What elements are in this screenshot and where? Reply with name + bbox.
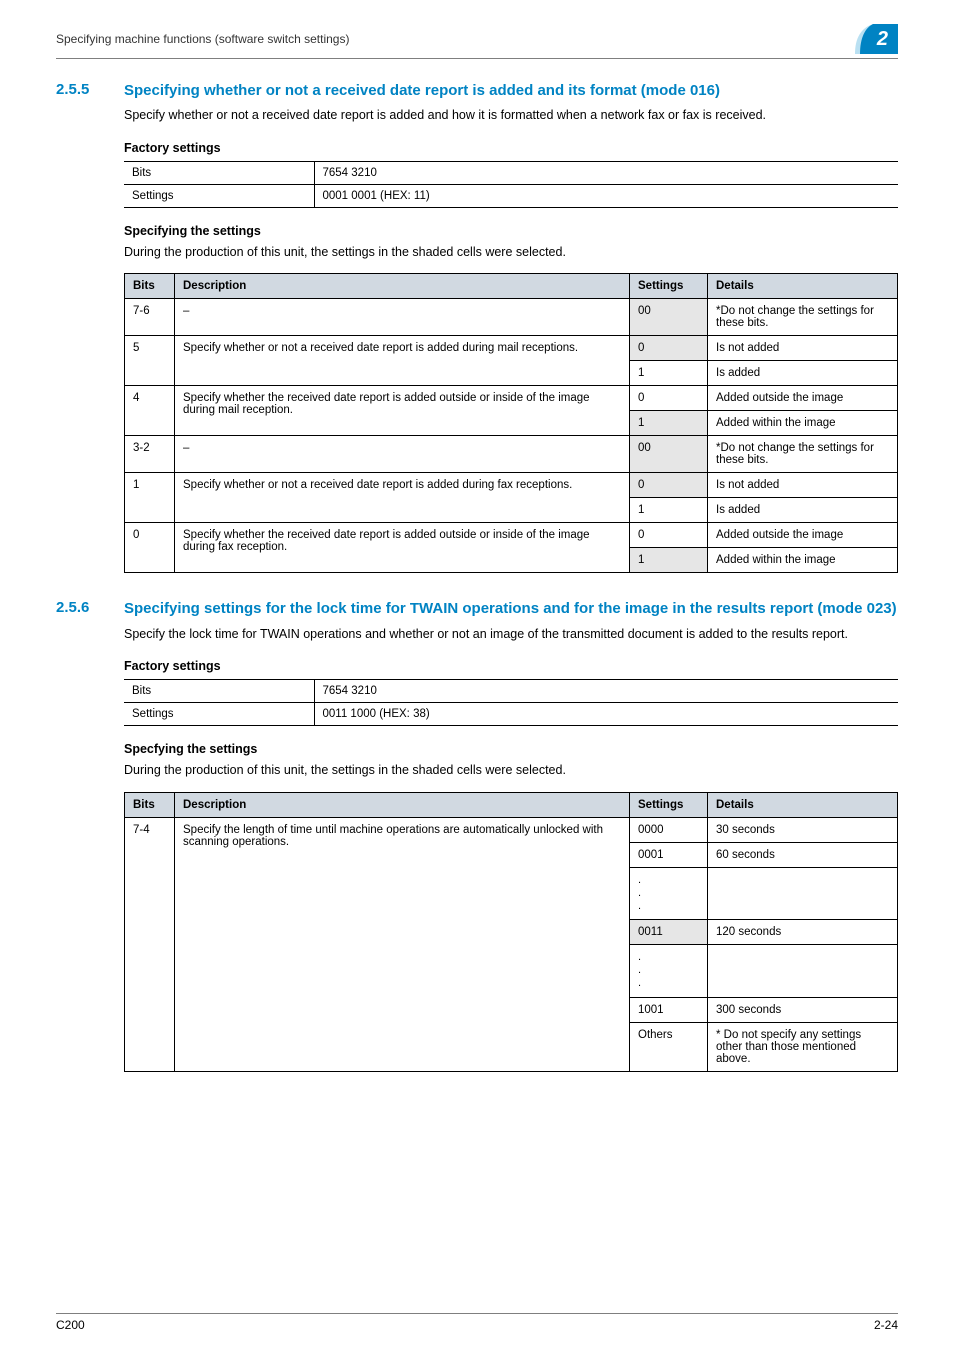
spec-heading-256: Specfying the settings bbox=[124, 742, 898, 756]
table-cell: 0001 bbox=[630, 842, 708, 867]
table-cell: 1 bbox=[630, 548, 708, 573]
section-number-256: 2.5.6 bbox=[56, 599, 124, 616]
table-cell: Is not added bbox=[708, 473, 898, 498]
th-det: Details bbox=[708, 792, 898, 817]
table-cell: 0 bbox=[630, 336, 708, 361]
table-cell: Specify the length of time until machine… bbox=[175, 817, 630, 1071]
table-cell: Added outside the image bbox=[708, 523, 898, 548]
table-cell: – bbox=[175, 299, 630, 336]
section-title-256: Specifying settings for the lock time fo… bbox=[124, 599, 898, 619]
table-cell: Added outside the image bbox=[708, 386, 898, 411]
table-cell: 0 bbox=[125, 523, 175, 573]
factory-settings-label: Settings bbox=[124, 703, 314, 726]
table-cell: Is added bbox=[708, 498, 898, 523]
footer-right: 2-24 bbox=[874, 1318, 898, 1332]
table-cell: 0 bbox=[630, 386, 708, 411]
table-cell: 0011 bbox=[630, 920, 708, 945]
factory-bits-label: Bits bbox=[124, 680, 314, 703]
th-set: Settings bbox=[630, 274, 708, 299]
factory-settings-value: 0001 0001 (HEX: 11) bbox=[314, 184, 898, 207]
table-cell: 4 bbox=[125, 386, 175, 436]
table-cell: 0000 bbox=[630, 817, 708, 842]
section-title-255: Specifying whether or not a received dat… bbox=[124, 81, 898, 101]
table-cell-ellipsis: ... bbox=[630, 945, 708, 998]
chapter-badge: 2 bbox=[855, 24, 898, 54]
factory-bits-value: 7654 3210 bbox=[314, 161, 898, 184]
table-cell-ellipsis: ... bbox=[630, 867, 708, 920]
factory-bits-label: Bits bbox=[124, 161, 314, 184]
table-cell: 1 bbox=[125, 473, 175, 523]
factory-bits-value: 7654 3210 bbox=[314, 680, 898, 703]
table-cell: Others bbox=[630, 1022, 708, 1071]
table-cell: 300 seconds bbox=[708, 997, 898, 1022]
table-cell: * Do not specify any settings other than… bbox=[708, 1022, 898, 1071]
table-cell: Is not added bbox=[708, 336, 898, 361]
table-cell: 60 seconds bbox=[708, 842, 898, 867]
factory-table-256: Bits 7654 3210 Settings 0011 1000 (HEX: … bbox=[124, 679, 898, 726]
table-cell: 1001 bbox=[630, 997, 708, 1022]
table-cell: Specify whether the received date report… bbox=[175, 523, 630, 573]
table-cell: 1 bbox=[630, 498, 708, 523]
table-cell: 3-2 bbox=[125, 436, 175, 473]
settings-table-256: Bits Description Settings Details 7-4 Sp… bbox=[124, 792, 898, 1072]
th-desc: Description bbox=[175, 274, 630, 299]
breadcrumb: Specifying machine functions (software s… bbox=[56, 32, 349, 46]
spec-intro-256: During the production of this unit, the … bbox=[124, 762, 898, 780]
table-cell: Is added bbox=[708, 361, 898, 386]
table-cell bbox=[708, 945, 898, 998]
badge-curve-icon bbox=[855, 24, 873, 54]
th-bits: Bits bbox=[125, 792, 175, 817]
table-cell: 5 bbox=[125, 336, 175, 386]
factory-table-255: Bits 7654 3210 Settings 0001 0001 (HEX: … bbox=[124, 161, 898, 208]
table-cell: Added within the image bbox=[708, 548, 898, 573]
table-cell: Added within the image bbox=[708, 411, 898, 436]
table-cell: 30 seconds bbox=[708, 817, 898, 842]
th-desc: Description bbox=[175, 792, 630, 817]
factory-settings-value: 0011 1000 (HEX: 38) bbox=[314, 703, 898, 726]
th-det: Details bbox=[708, 274, 898, 299]
table-cell: *Do not change the settings for these bi… bbox=[708, 436, 898, 473]
table-cell: – bbox=[175, 436, 630, 473]
table-cell: 7-6 bbox=[125, 299, 175, 336]
chapter-number: 2 bbox=[873, 24, 898, 54]
table-cell: 7-4 bbox=[125, 817, 175, 1071]
table-cell bbox=[708, 867, 898, 920]
section-intro-255: Specify whether or not a received date r… bbox=[124, 107, 898, 125]
spec-heading-255: Specifying the settings bbox=[124, 224, 898, 238]
table-cell: 00 bbox=[630, 436, 708, 473]
factory-settings-label: Settings bbox=[124, 184, 314, 207]
table-cell: 1 bbox=[630, 361, 708, 386]
table-cell: Specify whether or not a received date r… bbox=[175, 336, 630, 386]
th-bits: Bits bbox=[125, 274, 175, 299]
table-cell: 00 bbox=[630, 299, 708, 336]
factory-heading-255: Factory settings bbox=[124, 141, 898, 155]
settings-table-255: Bits Description Settings Details 7-6 – … bbox=[124, 273, 898, 573]
table-cell: 120 seconds bbox=[708, 920, 898, 945]
footer-left: C200 bbox=[56, 1318, 85, 1332]
spec-intro-255: During the production of this unit, the … bbox=[124, 244, 898, 262]
table-cell: 0 bbox=[630, 473, 708, 498]
table-cell: Specify whether the received date report… bbox=[175, 386, 630, 436]
factory-heading-256: Factory settings bbox=[124, 659, 898, 673]
section-intro-256: Specify the lock time for TWAIN operatio… bbox=[124, 626, 898, 644]
table-cell: 0 bbox=[630, 523, 708, 548]
table-cell: Specify whether or not a received date r… bbox=[175, 473, 630, 523]
table-cell: *Do not change the settings for these bi… bbox=[708, 299, 898, 336]
section-number-255: 2.5.5 bbox=[56, 81, 124, 98]
table-cell: 1 bbox=[630, 411, 708, 436]
th-set: Settings bbox=[630, 792, 708, 817]
